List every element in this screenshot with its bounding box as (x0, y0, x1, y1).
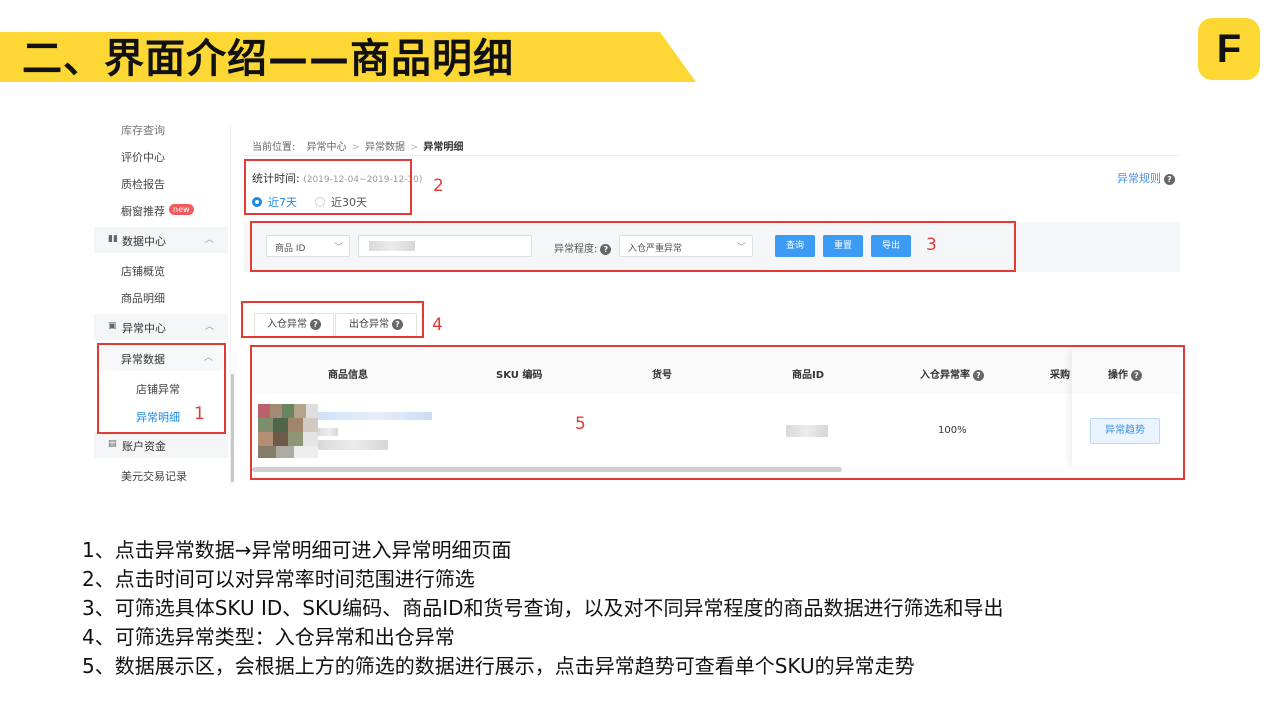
clipboard-icon: ▣ (108, 321, 117, 331)
annotation-number-4: 4 (432, 315, 443, 335)
new-badge: new (169, 204, 194, 215)
sidebar-item-label: 橱窗推荐 (121, 205, 165, 218)
breadcrumb-current: 异常明细 (423, 142, 464, 153)
breadcrumb: 当前位置: 异常中心 > 异常数据 > 异常明细 (252, 138, 463, 153)
annotation-number-1: 1 (194, 404, 205, 424)
sidebar-item-qc-report[interactable]: 质检报告 (121, 176, 165, 192)
wallet-icon: ▤ (108, 439, 117, 449)
annotation-box-2 (244, 159, 412, 215)
sidebar-item-reviews[interactable]: 评价中心 (121, 149, 165, 165)
sidebar-group-label: 账户资金 (122, 440, 166, 453)
breadcrumb-divider (244, 155, 1180, 156)
sidebar-item-store-overview[interactable]: 店铺概览 (121, 263, 165, 279)
instruction-notes: 1、点击异常数据→异常明细可进入异常明细页面 2、点击时间可以对异常率时间范围进… (82, 536, 1004, 681)
breadcrumb-abnormal-data[interactable]: 异常数据 (365, 142, 405, 153)
annotation-number-2: 2 (433, 176, 444, 196)
brand-logo: F (1198, 18, 1260, 80)
breadcrumb-abnormal-center[interactable]: 异常中心 (307, 142, 347, 153)
sidebar-group-label: 异常中心 (122, 322, 166, 335)
annotation-box-4 (241, 301, 424, 338)
note-line: 3、可筛选具体SKU ID、SKU编码、商品ID和货号查询，以及对不同异常程度的… (82, 596, 1004, 620)
note-line: 4、可筛选异常类型：入仓异常和出仓异常 (82, 625, 455, 649)
note-line: 5、数据展示区，会根据上方的筛选的数据进行展示，点击异常趋势可查看单个SKU的异… (82, 654, 915, 678)
annotation-box-5 (250, 345, 1185, 480)
breadcrumb-separator: > (409, 142, 419, 153)
sidebar-group-account-funds[interactable]: ▤ 账户资金 (94, 432, 228, 458)
annotation-number-3: 3 (926, 235, 937, 255)
page-title: 二、界面介绍——商品明细 (22, 36, 514, 82)
rules-link-label: 异常规则 (1117, 172, 1161, 185)
breadcrumb-separator: > (351, 142, 360, 153)
sidebar-item-usd-transactions[interactable]: 美元交易记录 (121, 468, 187, 484)
question-icon: ? (1164, 174, 1175, 185)
annotation-box-1 (97, 343, 226, 434)
sidebar-item-inventory[interactable]: 库存查询 (121, 122, 165, 138)
annotation-box-3 (250, 221, 1016, 272)
sidebar-item-showcase[interactable]: 橱窗推荐 new (121, 203, 194, 219)
breadcrumb-prefix: 当前位置: (252, 142, 296, 153)
bar-chart-icon: ▮▮ (108, 234, 118, 244)
sidebar-scrollbar[interactable] (231, 374, 234, 482)
sidebar-item-product-detail[interactable]: 商品明细 (121, 290, 165, 306)
chevron-up-icon: ︿ (204, 322, 214, 332)
note-line: 2、点击时间可以对异常率时间范围进行筛选 (82, 567, 475, 591)
abnormal-rules-link[interactable]: 异常规则? (1117, 170, 1175, 186)
chevron-up-icon: ︿ (204, 235, 214, 245)
note-line: 1、点击异常数据→异常明细可进入异常明细页面 (82, 538, 512, 562)
annotation-number-5: 5 (575, 414, 586, 434)
sidebar-group-data-center[interactable]: ▮▮ 数据中心 ︿ (94, 227, 228, 253)
sidebar-group-abnormal-center[interactable]: ▣ 异常中心 ︿ (94, 314, 228, 340)
sidebar-group-label: 数据中心 (122, 235, 166, 248)
